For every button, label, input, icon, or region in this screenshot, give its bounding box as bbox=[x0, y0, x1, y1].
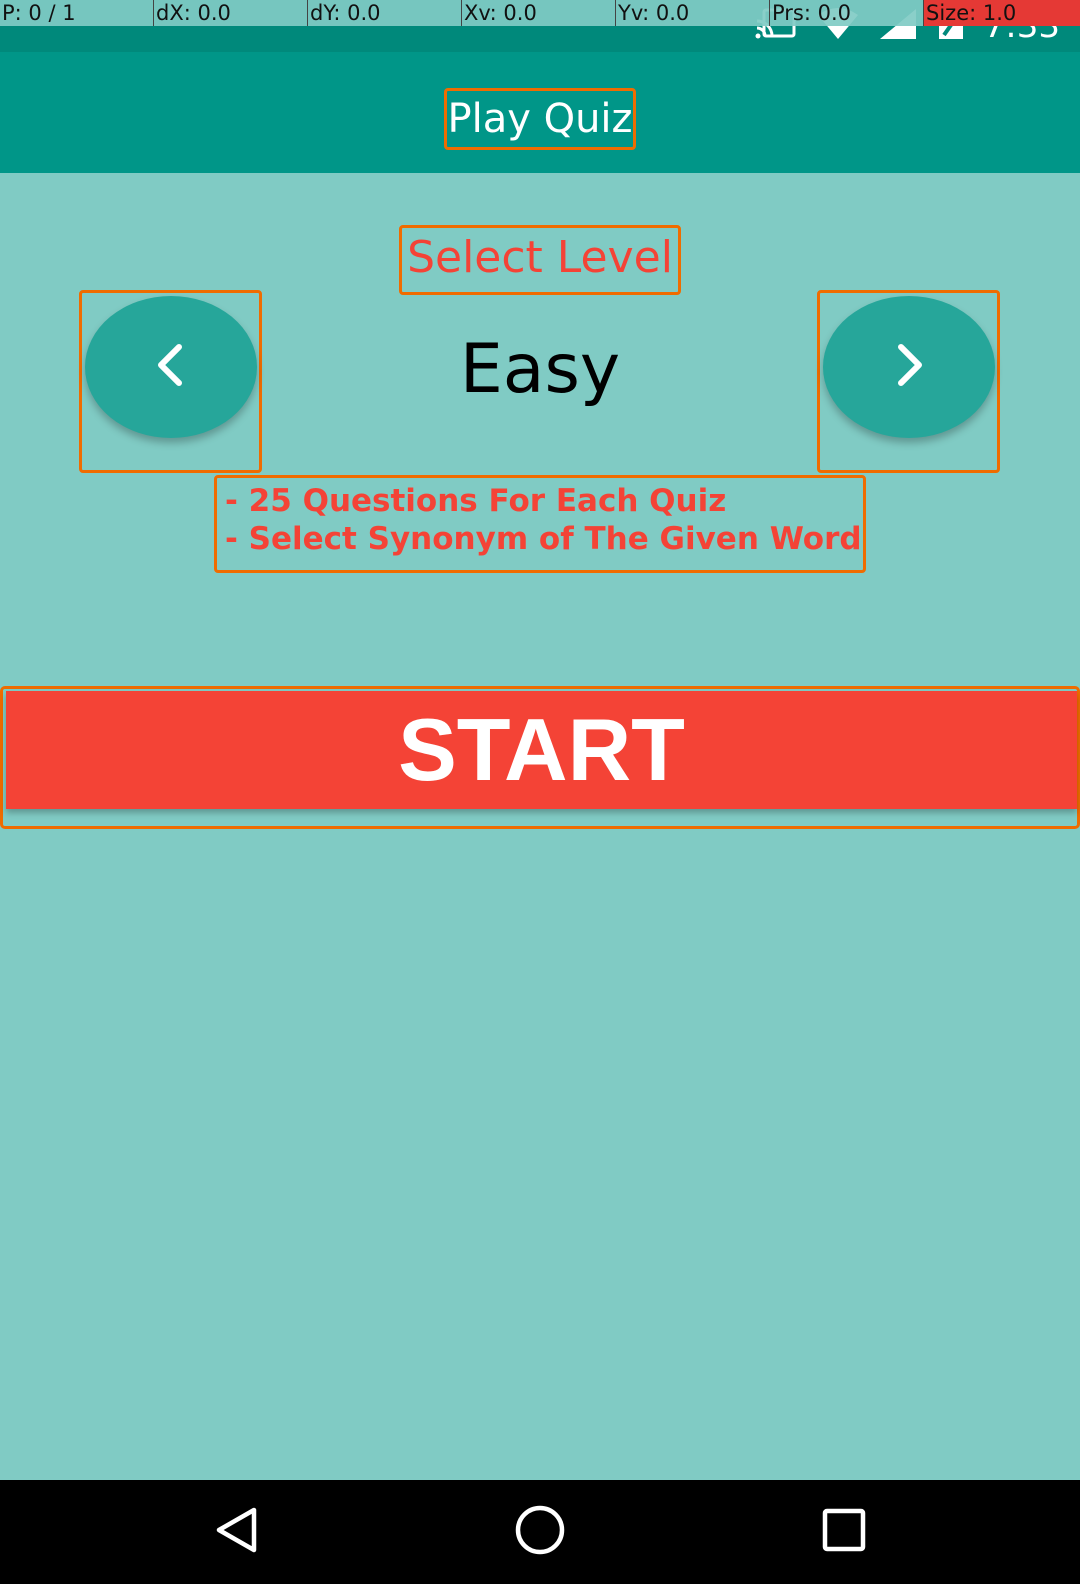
pointer-location-overlay: P: 0 / 1 dX: 0.0 dY: 0.0 Xv: 0.0 Yv: 0.0… bbox=[0, 0, 1080, 26]
current-level-label: Easy bbox=[459, 330, 621, 409]
recents-button[interactable] bbox=[814, 1502, 874, 1562]
page-title: Play Quiz bbox=[444, 88, 636, 150]
chevron-left-icon bbox=[151, 343, 191, 391]
home-button[interactable] bbox=[510, 1502, 570, 1562]
previous-level-button[interactable] bbox=[85, 296, 257, 438]
quiz-rule-item: - Select Synonym of The Given Word bbox=[225, 521, 862, 557]
navigation-bar bbox=[0, 1480, 1080, 1584]
back-icon bbox=[212, 1505, 262, 1559]
overlay-size: Size: 1.0 bbox=[924, 0, 1080, 26]
chevron-right-icon bbox=[889, 343, 929, 391]
start-button-container: START bbox=[0, 686, 1080, 829]
home-icon bbox=[512, 1502, 568, 1562]
overlay-dy: dY: 0.0 bbox=[308, 0, 462, 26]
quiz-rules: - 25 Questions For Each Quiz - Select Sy… bbox=[214, 475, 866, 573]
next-level-container bbox=[817, 290, 1000, 473]
quiz-rule-item: - 25 Questions For Each Quiz bbox=[225, 483, 727, 519]
recents-icon bbox=[819, 1505, 869, 1559]
overlay-pressure: Prs: 0.0 bbox=[770, 0, 924, 26]
overlay-yv: Yv: 0.0 bbox=[616, 0, 770, 26]
overlay-xv: Xv: 0.0 bbox=[462, 0, 616, 26]
start-button[interactable]: START bbox=[6, 691, 1077, 809]
overlay-pointer-count: P: 0 / 1 bbox=[0, 0, 154, 26]
select-level-heading: Select Level bbox=[399, 225, 681, 295]
next-level-button[interactable] bbox=[823, 296, 995, 438]
back-button[interactable] bbox=[207, 1502, 267, 1562]
previous-level-container bbox=[79, 290, 262, 473]
overlay-dx: dX: 0.0 bbox=[154, 0, 308, 26]
